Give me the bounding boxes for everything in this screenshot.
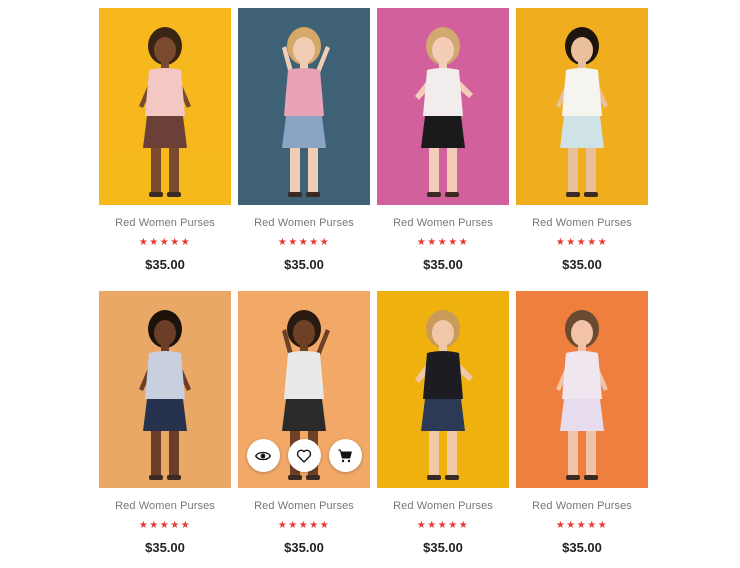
product-name[interactable]: Red Women Purses — [99, 499, 231, 513]
star-icon: ★ — [597, 237, 609, 248]
product-image[interactable] — [99, 8, 231, 205]
star-icon: ★ — [566, 520, 577, 531]
product-name[interactable]: Red Women Purses — [238, 499, 370, 513]
star-icon: ★ — [298, 520, 310, 531]
product-price: $35.00 — [145, 257, 185, 272]
product-card[interactable]: Red Women Purses ★★★★★ $35.00 — [99, 291, 231, 568]
product-name[interactable]: Red Women Purses — [516, 499, 648, 513]
product-card[interactable]: Red Women Purses ★★★★★ $35.00 — [516, 291, 648, 568]
quick-view-button[interactable] — [246, 439, 280, 472]
product-card[interactable]: Red Women Purses ★★★★★ $35.00 — [377, 291, 509, 568]
star-icon: ★ — [576, 520, 588, 531]
star-icon: ★ — [587, 520, 598, 531]
star-icon: ★ — [587, 237, 598, 248]
star-icon: ★ — [288, 237, 299, 248]
product-image[interactable] — [377, 291, 509, 488]
product-image[interactable] — [238, 8, 370, 205]
eye-icon — [255, 448, 271, 464]
star-icon: ★ — [448, 237, 459, 248]
product-image[interactable] — [377, 8, 509, 205]
product-price: $35.00 — [423, 257, 463, 272]
product-price: $35.00 — [284, 257, 324, 272]
star-icon: ★ — [288, 520, 299, 531]
star-icon: ★ — [277, 237, 289, 248]
product-rating: ★★★★★ — [99, 520, 231, 532]
star-icon: ★ — [416, 520, 428, 531]
product-card[interactable]: Red Women Purses ★★★★★ $35.00 — [516, 8, 648, 285]
product-name[interactable]: Red Women Purses — [99, 216, 231, 230]
star-icon: ★ — [555, 520, 567, 531]
product-card[interactable]: Red Women Purses ★★★★★ $35.00 — [238, 291, 370, 568]
product-name[interactable]: Red Women Purses — [516, 216, 648, 230]
star-icon: ★ — [566, 237, 577, 248]
star-icon: ★ — [416, 237, 428, 248]
product-rating: ★★★★★ — [377, 237, 509, 249]
product-name[interactable]: Red Women Purses — [377, 216, 509, 230]
product-card[interactable]: Red Women Purses ★★★★★ $35.00 — [238, 8, 370, 285]
star-icon: ★ — [149, 520, 160, 531]
star-icon: ★ — [298, 237, 310, 248]
star-icon: ★ — [448, 520, 459, 531]
star-icon: ★ — [309, 237, 320, 248]
star-icon: ★ — [319, 520, 331, 531]
product-image[interactable] — [516, 291, 648, 488]
star-icon: ★ — [309, 520, 320, 531]
star-icon: ★ — [170, 520, 181, 531]
star-icon: ★ — [180, 237, 192, 248]
cart-icon — [337, 448, 353, 464]
product-rating: ★★★★★ — [238, 237, 370, 249]
product-rating: ★★★★★ — [238, 520, 370, 532]
star-icon: ★ — [437, 237, 449, 248]
star-icon: ★ — [427, 237, 438, 248]
star-icon: ★ — [277, 520, 289, 531]
product-price: $35.00 — [562, 257, 602, 272]
star-icon: ★ — [159, 237, 171, 248]
star-icon: ★ — [180, 520, 192, 531]
product-row: Red Women Purses ★★★★★ $35.00 Red Women Pu… — [99, 8, 648, 285]
product-row: Red Women Purses ★★★★★ $35.00 Red Women Pu… — [99, 291, 648, 568]
product-rating: ★★★★★ — [516, 520, 648, 532]
star-icon: ★ — [138, 520, 150, 531]
product-grid: Red Women Purses ★★★★★ $35.00 Red Women Pu… — [99, 8, 648, 568]
product-price: $35.00 — [562, 540, 602, 555]
star-icon: ★ — [138, 237, 150, 248]
star-icon: ★ — [159, 520, 171, 531]
star-icon: ★ — [576, 237, 588, 248]
wishlist-button[interactable] — [287, 439, 321, 472]
star-icon: ★ — [170, 237, 181, 248]
star-icon: ★ — [555, 237, 567, 248]
product-card[interactable]: Red Women Purses ★★★★★ $35.00 — [377, 8, 509, 285]
product-image[interactable] — [516, 8, 648, 205]
star-icon: ★ — [149, 237, 160, 248]
product-price: $35.00 — [145, 540, 185, 555]
star-icon: ★ — [458, 237, 470, 248]
star-icon: ★ — [458, 520, 470, 531]
product-name[interactable]: Red Women Purses — [238, 216, 370, 230]
star-icon: ★ — [319, 237, 331, 248]
product-name[interactable]: Red Women Purses — [377, 499, 509, 513]
star-icon: ★ — [427, 520, 438, 531]
product-image[interactable] — [99, 291, 231, 488]
product-rating: ★★★★★ — [516, 237, 648, 249]
product-hover-actions — [238, 439, 370, 472]
heart-icon — [296, 448, 312, 464]
product-rating: ★★★★★ — [99, 237, 231, 249]
product-price: $35.00 — [284, 540, 324, 555]
add-to-cart-button[interactable] — [328, 439, 362, 472]
star-icon: ★ — [437, 520, 449, 531]
star-icon: ★ — [597, 520, 609, 531]
product-price: $35.00 — [423, 540, 463, 555]
product-card[interactable]: Red Women Purses ★★★★★ $35.00 — [99, 8, 231, 285]
product-rating: ★★★★★ — [377, 520, 509, 532]
